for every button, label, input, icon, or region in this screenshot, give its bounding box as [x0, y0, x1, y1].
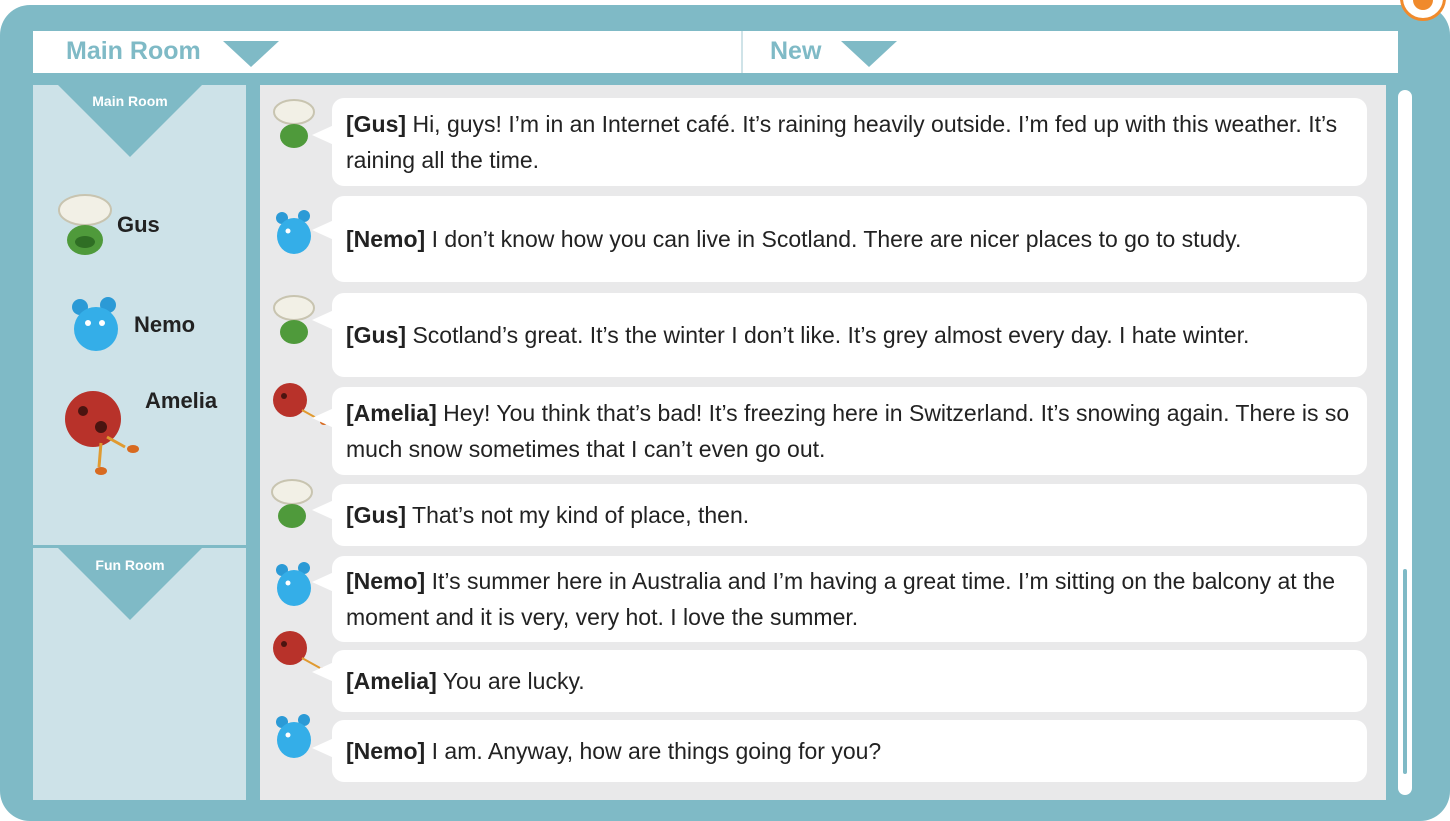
corner-badge-icon[interactable] [1400, 0, 1446, 21]
sidebar-user-name: Nemo [134, 312, 196, 337]
message-author: [Nemo] [346, 568, 426, 594]
message-text: Hi, guys! I’m in an Internet café. It’s … [346, 111, 1338, 173]
message-author: [Gus] [346, 502, 407, 528]
message-text: Scotland’s great. It’s the winter I don’… [406, 322, 1250, 348]
chef-hat-avatar-icon [273, 295, 315, 344]
room-selector-label[interactable]: Main Room [66, 37, 201, 66]
blue-bear-avatar-icon [276, 210, 311, 254]
chat-message: [Gus] Hi, guys! I’m in an Internet café.… [332, 98, 1367, 186]
chat-message: [Nemo] It’s summer here in Australia and… [332, 556, 1367, 642]
toolbar-divider [741, 31, 743, 73]
message-pointer [312, 408, 334, 428]
message-pointer [312, 662, 334, 682]
sidebar-user-gus[interactable]: Gus [53, 190, 160, 260]
message-text: You are lucky. [436, 668, 585, 694]
room-selector-chevron-down-icon[interactable] [223, 41, 279, 67]
message-pointer [312, 738, 334, 758]
message-pointer [312, 500, 334, 520]
chat-message: [Amelia] You are lucky. [332, 650, 1367, 712]
blue-bear-avatar-icon [276, 562, 311, 606]
message-pointer [312, 220, 334, 240]
sidebar-user-amelia[interactable]: Amelia [63, 385, 217, 477]
message-text: Hey! You think that’s bad! It’s freezing… [346, 400, 1350, 462]
chat-message: [Gus] Scotland’s great. It’s the winter … [332, 293, 1367, 377]
blue-bear-avatar-icon [72, 297, 118, 351]
sidebar-user-name: Gus [117, 212, 160, 237]
chat-scrollbar-thumb[interactable] [1403, 569, 1407, 774]
message-text: I don’t know how you can live in Scotlan… [425, 226, 1242, 252]
main-room-tab-label[interactable]: Main Room [58, 93, 202, 109]
message-author: [Amelia] [346, 668, 437, 694]
message-author: [Nemo] [346, 226, 426, 252]
room-toolbar: Main Room New [33, 31, 1398, 73]
message-pointer [312, 310, 334, 330]
chef-hat-avatar-icon [273, 99, 315, 148]
chat-message: [Nemo] I am. Anyway, how are things goin… [332, 720, 1367, 782]
message-text: I am. Anyway, how are things going for y… [425, 738, 882, 764]
new-selector-label[interactable]: New [770, 37, 821, 66]
chat-message: [Nemo] I don’t know how you can live in … [332, 196, 1367, 282]
chat-message: [Gus] That’s not my kind of place, then. [332, 484, 1367, 546]
message-pointer [312, 572, 334, 592]
sidebar-user-name: Amelia [145, 388, 218, 413]
sidebar-user-nemo[interactable]: Nemo [68, 293, 195, 357]
ladybug-avatar-icon [65, 391, 139, 475]
chat-message: [Amelia] Hey! You think that’s bad! It’s… [332, 387, 1367, 475]
message-author: [Gus] [346, 111, 407, 137]
message-author: [Gus] [346, 322, 407, 348]
chef-hat-avatar-icon [271, 479, 313, 528]
fun-room-tab-label[interactable]: Fun Room [58, 557, 202, 573]
message-text: It’s summer here in Australia and I’m ha… [346, 568, 1336, 630]
new-selector-chevron-down-icon[interactable] [841, 41, 897, 67]
message-author: [Amelia] [346, 400, 437, 426]
message-author: [Nemo] [346, 738, 426, 764]
chef-hat-avatar-icon [58, 194, 112, 255]
message-text: That’s not my kind of place, then. [406, 502, 750, 528]
blue-bear-avatar-icon [276, 714, 311, 758]
room-sidebar: Main Room Gus Nemo Amelia Fun Room [33, 85, 246, 800]
chat-scrollbar[interactable] [1398, 90, 1412, 795]
message-pointer [312, 125, 334, 145]
